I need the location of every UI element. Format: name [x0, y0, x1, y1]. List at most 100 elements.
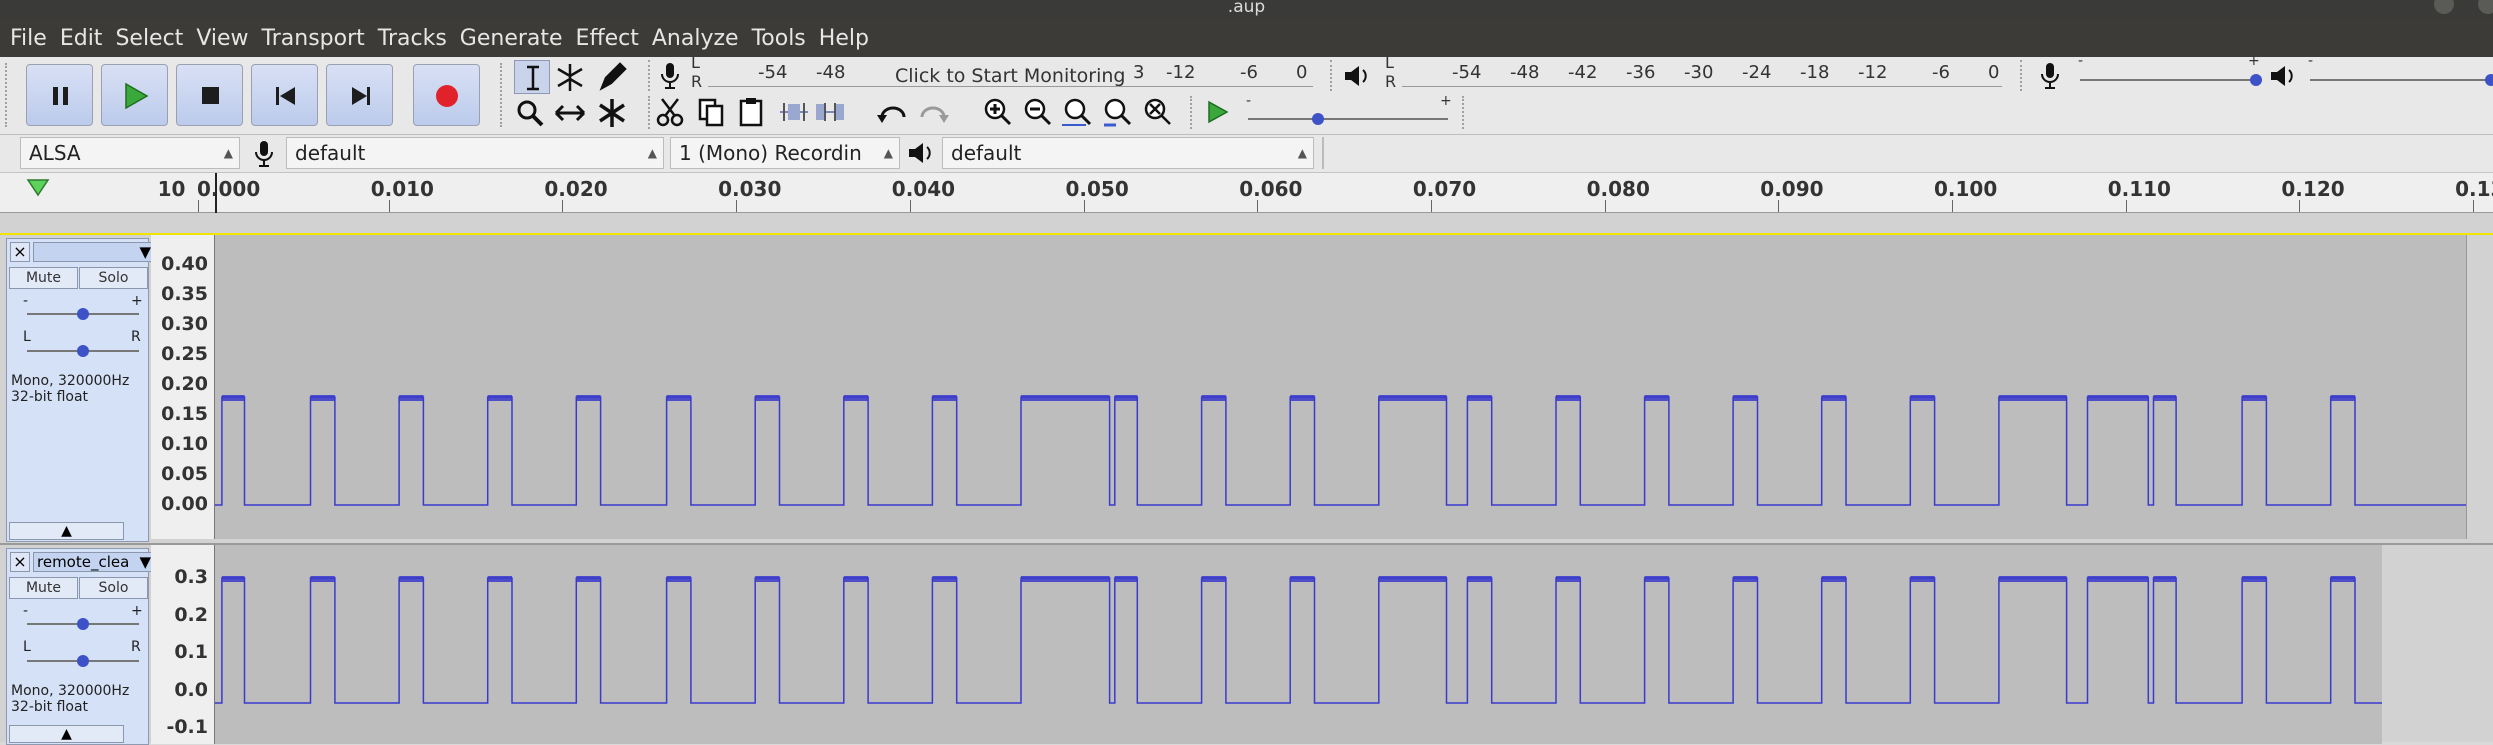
device-toolbar: ALSA ▲▼ default ▲▼ 1 (Mono) Recordin ▲▼ def…	[0, 135, 2493, 173]
playback-volume-thumb[interactable]	[2485, 74, 2493, 86]
envelope-tool[interactable]	[552, 60, 588, 94]
speaker-icon[interactable]	[1342, 63, 1372, 89]
window-close-button[interactable]	[2434, 0, 2454, 14]
play-speed-thumb[interactable]	[1312, 113, 1324, 125]
waveform-pulse	[576, 576, 601, 582]
gain-slider[interactable]	[27, 308, 139, 320]
audio-host-select[interactable]: ALSA ▲▼	[20, 137, 240, 169]
paste-icon[interactable]	[734, 95, 770, 129]
skip-to-start-button[interactable]	[251, 64, 318, 126]
menu-help[interactable]: Help	[813, 26, 876, 51]
play-meter-toolbar-grip[interactable]	[1330, 60, 1334, 91]
record-meter-tick: -48	[816, 62, 846, 83]
menu-generate[interactable]: Generate	[454, 26, 570, 51]
playhead-marker[interactable]	[215, 173, 217, 213]
track-control-panel[interactable]: × ▼ Mute Solo - + L R Mono, 320000Hz 32-…	[6, 238, 155, 542]
trim-audio-icon[interactable]	[776, 95, 812, 129]
timeline-options-triangle-icon[interactable]	[26, 177, 52, 199]
record-button[interactable]	[413, 64, 480, 126]
close-icon[interactable]: ×	[10, 552, 30, 572]
menu-tools[interactable]: Tools	[746, 26, 813, 51]
playback-volume-slider[interactable]	[2310, 74, 2493, 86]
meter-toolbar-grip[interactable]	[648, 60, 652, 91]
record-meter[interactable]: -54 -48 Click to Start Monitoring 3 -12 …	[708, 59, 1313, 91]
pan-slider[interactable]	[27, 655, 139, 667]
solo-button[interactable]: Solo	[79, 267, 148, 289]
tools-toolbar-grip[interactable]	[500, 63, 504, 127]
pause-button[interactable]	[26, 64, 93, 126]
zoom-out-icon[interactable]	[1020, 95, 1056, 129]
selection-tool[interactable]	[514, 60, 550, 94]
menu-select[interactable]: Select	[109, 26, 190, 51]
ruler-label: 0.080	[1586, 177, 1650, 201]
skip-to-end-button[interactable]	[326, 64, 393, 126]
redo-icon[interactable]	[916, 95, 952, 129]
menu-analyze[interactable]: Analyze	[646, 26, 746, 51]
play-at-speed-grip[interactable]	[1190, 96, 1194, 129]
zoom-tool[interactable]	[512, 96, 548, 130]
amplitude-label: 0.15	[161, 403, 208, 425]
menu-view[interactable]: View	[190, 26, 255, 51]
transport-toolbar-grip[interactable]	[5, 63, 9, 127]
timeline-ruler[interactable]: 10 0.000 0.010 0.020 0.030 0.040 0.050 0.060 0.0…	[0, 173, 2493, 213]
menu-edit[interactable]: Edit	[54, 26, 110, 51]
playback-device-select[interactable]: default ▲▼	[942, 137, 1314, 169]
waveform-pulse	[1733, 395, 1758, 401]
recording-channels-select[interactable]: 1 (Mono) Recordin ▲▼	[670, 137, 900, 169]
pan-slider[interactable]	[27, 345, 139, 357]
silence-audio-icon[interactable]	[812, 95, 848, 129]
fit-project-icon[interactable]	[1100, 95, 1136, 129]
recording-volume-thumb[interactable]	[2250, 74, 2262, 86]
ruler-tick	[1952, 200, 1953, 212]
ruler-tick	[562, 200, 564, 212]
track-control-panel[interactable]: × remote_clea ▼ Mute Solo - + L R Mono, 3…	[6, 548, 155, 745]
record-icon	[436, 85, 458, 107]
stop-button[interactable]	[176, 64, 243, 126]
mixer-toolbar-grip[interactable]	[2020, 60, 2024, 91]
microphone-icon[interactable]	[658, 61, 682, 91]
pencil-icon	[599, 62, 627, 91]
recording-device-select[interactable]: default ▲▼	[286, 137, 664, 169]
collapse-track-button[interactable]: ▲	[9, 725, 124, 743]
pan-slider-thumb[interactable]	[77, 345, 89, 357]
track-name-menu[interactable]: ▼	[33, 242, 155, 262]
menu-tracks[interactable]: Tracks	[372, 26, 454, 51]
cut-icon[interactable]	[652, 95, 688, 129]
time-shift-tool[interactable]	[552, 96, 588, 130]
mute-button[interactable]: Mute	[9, 577, 78, 599]
ruler-label: 0.040	[891, 177, 956, 201]
waveform[interactable]	[215, 545, 2493, 744]
mute-button[interactable]: Mute	[9, 267, 78, 289]
play-at-speed-icon[interactable]	[1200, 95, 1236, 129]
record-meter-tick: 3	[1133, 62, 1145, 83]
zoom-in-icon[interactable]	[980, 95, 1016, 129]
solo-button[interactable]: Solo	[79, 577, 148, 599]
menu-file[interactable]: File	[4, 26, 54, 51]
menu-transport[interactable]: Transport	[256, 26, 372, 51]
pan-slider-thumb[interactable]	[77, 655, 89, 667]
playback-meter[interactable]: -54 -48 -42 -36 -30 -24 -18 -12 -6 0	[1402, 59, 2002, 91]
copy-icon[interactable]	[694, 95, 730, 129]
gain-slider-thumb[interactable]	[77, 618, 89, 630]
menu-effect[interactable]: Effect	[570, 26, 646, 51]
draw-tool[interactable]	[594, 60, 630, 94]
close-icon[interactable]: ×	[10, 242, 30, 262]
recording-volume-slider[interactable]	[2080, 74, 2262, 86]
gain-slider-thumb[interactable]	[77, 308, 89, 320]
play-speed-slider[interactable]	[1248, 113, 1448, 125]
vertical-ruler[interactable]: 0.3 0.2 0.1 0.0 -0.1	[151, 545, 215, 744]
vertical-ruler[interactable]: 0.40 0.35 0.30 0.25 0.20 0.15 0.10 0.05 0.00	[151, 235, 215, 539]
track-name-menu[interactable]: remote_clea ▼	[33, 552, 155, 572]
zoom-toggle-icon[interactable]	[1140, 95, 1176, 129]
undo-icon[interactable]	[874, 95, 910, 129]
play-button[interactable]	[101, 64, 168, 126]
window-maximize-button[interactable]	[2478, 0, 2493, 14]
monitor-prompt[interactable]: Click to Start Monitoring	[892, 65, 1129, 87]
fit-selection-icon[interactable]	[1060, 95, 1096, 129]
waveform[interactable]	[215, 235, 2466, 539]
multi-tool[interactable]	[594, 96, 630, 130]
skip-end-icon	[352, 87, 370, 105]
gain-slider[interactable]	[27, 618, 139, 630]
waveform-pulse	[1114, 395, 1138, 401]
collapse-track-button[interactable]: ▲	[9, 522, 124, 540]
